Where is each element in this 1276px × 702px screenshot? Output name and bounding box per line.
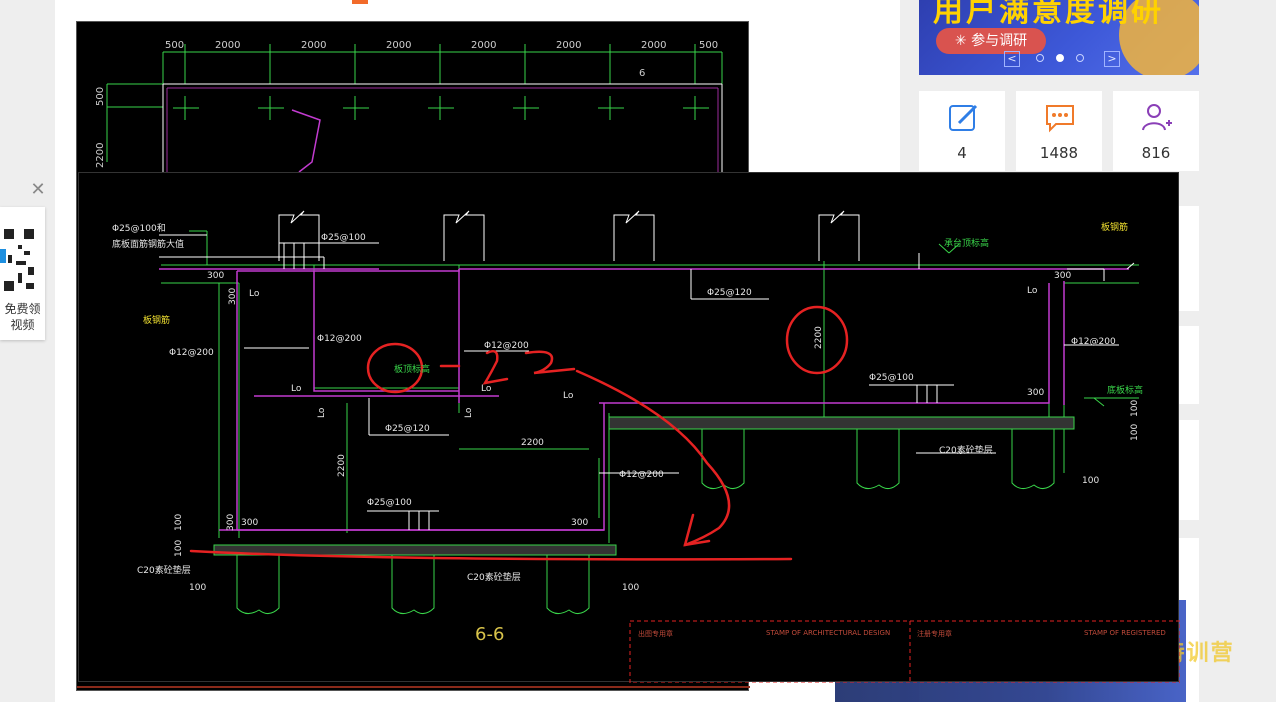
label-rebar-left-wall: Φ12@200 (169, 348, 214, 358)
label-100-2: 100 (622, 583, 639, 593)
stat-card-invites[interactable]: 816 (1113, 91, 1199, 171)
label-lo-4: Lo (563, 391, 574, 401)
qr-caption-line1: 免费领 (4, 302, 41, 316)
label-2200-vertical-right: 2200 (814, 326, 824, 349)
dim-2000-a: 2000 (215, 40, 240, 51)
stamp-label-2: STAMP OF ARCHITECTURAL DESIGN (766, 629, 890, 637)
join-survey-label: 参与调研 (971, 33, 1028, 49)
dim-2000-f: 2000 (641, 40, 666, 51)
banner-next-button[interactable]: > (1104, 51, 1120, 67)
dim-2000-d: 2000 (471, 40, 496, 51)
label-lo-5: Lo (1027, 286, 1038, 296)
edit-icon (949, 104, 978, 131)
section-title: 6-6 (475, 624, 504, 645)
label-rebar-top-mid: Φ25@120 (707, 288, 752, 298)
add-user-icon (1142, 104, 1172, 131)
label-note-left-2: 底板面筋钢筋大值 (112, 238, 184, 250)
label-lo-7: Lo (464, 407, 474, 418)
stats-row: 4 1488 816 (919, 91, 1199, 171)
dim-500-left: 500 (165, 40, 184, 51)
cad-section-svg: Φ25@100 Φ25@120 Φ12@200 Φ12@200 Φ12@200 … (112, 210, 1180, 683)
label-100-3: 100 (1082, 476, 1099, 486)
label-300-6: 300 (228, 288, 238, 305)
label-note-left-1: Φ25@100和 (112, 223, 166, 234)
qr-caption-line2: 视频 (10, 318, 35, 332)
qr-promo-card[interactable]: 免费领 视频 (0, 207, 45, 340)
label-steel-left: 板钢筋 (143, 314, 170, 326)
label-rebar-right-bottom: Φ25@100 (869, 373, 914, 383)
label-rebar-mid-wall: Φ12@200 (484, 341, 529, 351)
label-rebar-right-wall: Φ12@200 (1071, 337, 1116, 347)
dim-2000-e: 2000 (556, 40, 581, 51)
stat-value-answers: 1488 (1039, 144, 1079, 162)
stat-card-questions[interactable]: 4 (919, 91, 1005, 171)
stamp-label-4: STAMP OF REGISTERED (1084, 629, 1166, 637)
label-rebar-top-left: Φ25@100 (321, 233, 366, 243)
label-rebar-bottom-left: Φ25@100 (367, 498, 412, 508)
qr-code-icon (0, 225, 38, 295)
label-lo-2: Lo (291, 384, 302, 394)
label-elev-cap: 承台顶标高 (944, 237, 989, 249)
banner-dot-3[interactable] (1076, 54, 1084, 62)
banner-dot-2[interactable] (1056, 54, 1064, 62)
label-100-5: 100 (174, 540, 184, 557)
stat-value-questions: 4 (957, 144, 967, 162)
label-100-7: 100 (1130, 424, 1140, 441)
top-accent-mark (352, 0, 368, 4)
banner-prev-button[interactable]: < (1004, 51, 1020, 67)
banner-title: 用户满意度调研 (933, 0, 1164, 29)
label-100-6: 100 (1130, 400, 1140, 417)
label-300-7: 300 (226, 514, 236, 531)
dim-500-right: 500 (699, 40, 718, 51)
label-c20-mid: C20素砼垫层 (467, 571, 521, 583)
stamp-label-3: 注册专用章 (917, 629, 952, 638)
label-100-4: 100 (174, 514, 184, 531)
label-rebar-mid-lower: Φ12@200 (619, 470, 664, 480)
label-300-5: 300 (571, 518, 588, 528)
top-mark-label: 6 (639, 68, 645, 79)
label-c20-right: C20素砼垫层 (939, 444, 993, 456)
label-300-4: 300 (241, 518, 258, 528)
stat-card-answers[interactable]: 1488 (1016, 91, 1102, 171)
label-steel-right: 板钢筋 (1101, 221, 1128, 233)
label-lo-6: Lo (317, 407, 327, 418)
label-2200-horizontal: 2200 (521, 438, 544, 448)
cad-section-image[interactable]: Φ25@100 Φ25@120 Φ12@200 Φ12@200 Φ12@200 … (78, 172, 1180, 683)
label-elev-bottom: 底板标高 (1107, 384, 1143, 396)
label-300-2: 300 (1054, 271, 1071, 281)
label-300-1: 300 (207, 271, 224, 281)
stat-value-invites: 816 (1141, 144, 1171, 162)
label-2200-vertical-left: 2200 (337, 454, 347, 477)
qr-caption: 免费领 视频 (0, 301, 45, 333)
label-lo-1: Lo (249, 289, 260, 299)
label-lo-3: Lo (481, 384, 492, 394)
banner-dot-1[interactable] (1036, 54, 1044, 62)
label-rebar-low-mid: Φ25@120 (385, 424, 430, 434)
join-survey-button[interactable]: ✳ 参与调研 (936, 28, 1046, 54)
label-rebar-inner-wall: Φ12@200 (317, 334, 362, 344)
stamp-label-1: 出图专用章 (638, 629, 673, 638)
label-300-3: 300 (1027, 388, 1044, 398)
survey-banner[interactable]: 用户满意度调研 ✳ 参与调研 < > (919, 0, 1199, 75)
label-100-1: 100 (189, 583, 206, 593)
dim-2000-c: 2000 (386, 40, 411, 51)
label-elev-slab: 板顶标高 (394, 363, 430, 375)
comment-icon (1046, 105, 1074, 133)
dim-2000-b: 2000 (301, 40, 326, 51)
dim-side-2200: 2200 (95, 143, 106, 168)
label-c20-left: C20素砼垫层 (137, 564, 191, 576)
sparkle-icon: ✳ (954, 33, 972, 49)
close-icon[interactable]: ✕ (28, 180, 48, 200)
dim-side-500: 500 (95, 87, 106, 106)
